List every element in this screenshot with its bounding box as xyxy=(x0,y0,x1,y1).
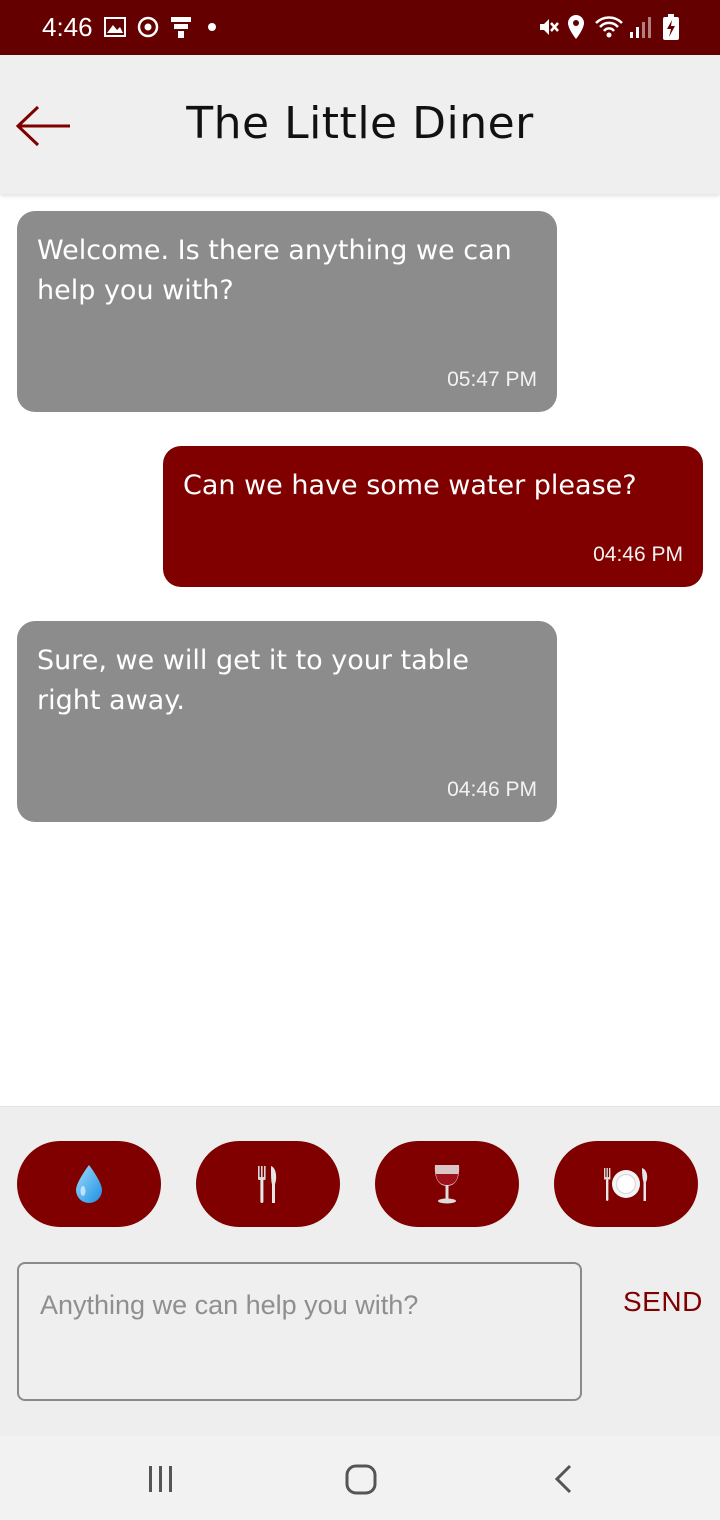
status-time: 4:46 xyxy=(42,12,93,42)
mute-icon xyxy=(540,19,559,35)
message-text: Sure, we will get it to your table right… xyxy=(37,645,469,716)
sync-icon xyxy=(137,16,159,38)
message-bubble-incoming: Sure, we will get it to your table right… xyxy=(17,621,557,822)
system-nav-bar xyxy=(0,1436,720,1520)
home-icon[interactable] xyxy=(344,1458,378,1498)
quick-action-cutlery-button[interactable] xyxy=(196,1141,340,1227)
location-icon xyxy=(568,15,584,39)
message-timestamp: 04:46 PM xyxy=(593,543,683,566)
quick-action-wine-button[interactable] xyxy=(375,1141,519,1227)
message-input[interactable] xyxy=(38,1284,562,1326)
dot-icon xyxy=(208,23,216,31)
message-timestamp: 05:47 PM xyxy=(447,368,537,391)
quick-action-water-button[interactable] xyxy=(17,1141,161,1227)
message-input-container xyxy=(17,1262,582,1401)
status-bar: 4:46 xyxy=(0,0,720,55)
message-bubble-outgoing: Can we have some water please? 04:46 PM xyxy=(163,446,703,587)
cutlery-icon xyxy=(258,1166,277,1203)
wine-glass-icon xyxy=(434,1165,460,1204)
back-icon[interactable] xyxy=(550,1458,576,1498)
plate-icon xyxy=(604,1168,648,1201)
stack-icon xyxy=(171,17,191,38)
signal-icon xyxy=(630,17,651,38)
message-bubble-incoming: Welcome. Is there anything we can help y… xyxy=(17,211,557,412)
image-icon xyxy=(104,17,126,37)
send-button[interactable]: SEND xyxy=(623,1286,703,1318)
quick-action-plate-button[interactable] xyxy=(554,1141,698,1227)
recent-apps-icon[interactable] xyxy=(146,1458,176,1498)
message-text: Welcome. Is there anything we can help y… xyxy=(37,235,512,306)
wifi-icon xyxy=(595,16,623,38)
battery-charging-icon xyxy=(663,14,679,40)
message-timestamp: 04:46 PM xyxy=(447,778,537,801)
message-text: Can we have some water please? xyxy=(183,470,637,501)
water-droplet-icon xyxy=(76,1165,102,1203)
page-title: The Little Diner xyxy=(186,98,534,149)
